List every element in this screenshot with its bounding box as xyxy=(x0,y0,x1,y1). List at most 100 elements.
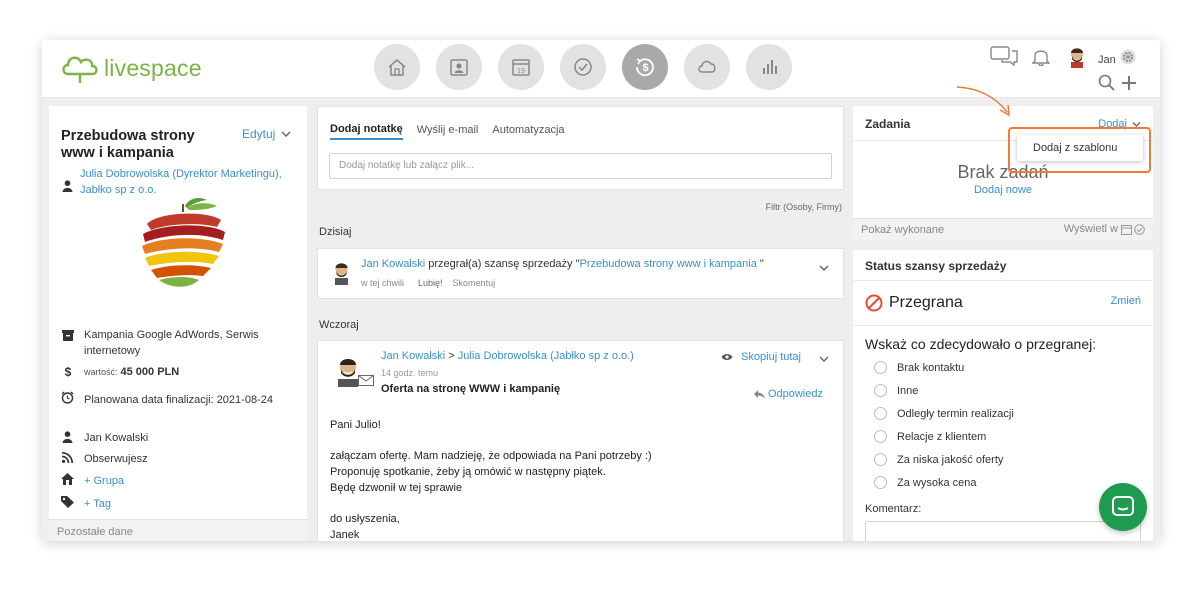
tasks-add-new-link[interactable]: Dodaj nowe xyxy=(853,184,1153,196)
radio-button[interactable] xyxy=(874,361,887,374)
other-data-section[interactable]: Pozostałe dane xyxy=(49,519,307,541)
person-icon xyxy=(62,180,73,192)
show-done-link[interactable]: Pokaż wykonane xyxy=(861,224,944,236)
radio-button[interactable] xyxy=(874,430,887,443)
campaign-text: Kampania Google AdWords, Serwis internet… xyxy=(84,329,259,357)
author-link[interactable]: Jan Kowalski xyxy=(361,258,425,270)
dollar-icon: $ xyxy=(65,365,72,378)
divider xyxy=(853,280,1153,281)
deal-value: wartość: 45 000 PLN xyxy=(84,366,179,378)
radio-button[interactable] xyxy=(874,476,887,489)
tasks-title: Zadania xyxy=(865,117,911,131)
comment-link[interactable]: Skomentuj xyxy=(453,278,496,288)
other-data-label: Pozostałe dane xyxy=(57,526,133,538)
chevron-down-icon xyxy=(281,131,291,138)
reason-option[interactable]: Za wysoka cena xyxy=(874,471,1014,494)
sender-link[interactable]: Jan Kowalski xyxy=(381,350,445,362)
nav-cloud-icon[interactable] xyxy=(684,44,730,90)
main-nav: 19 $ xyxy=(374,44,792,90)
nav-home-icon[interactable] xyxy=(374,44,420,90)
feed-text: Jan Kowalski przegrał(a) szansę sprzedaż… xyxy=(361,258,764,270)
chat-launcher-button[interactable] xyxy=(1099,483,1147,531)
copy-here-button[interactable]: Skopiuj tutaj xyxy=(721,351,801,363)
reason-option[interactable]: Relacje z klientem xyxy=(874,425,1014,448)
loss-reasons-list: Brak kontaktu Inne Odległy termin realiz… xyxy=(874,356,1014,494)
value-amount: 45 000 PLN xyxy=(120,366,180,378)
show-in-label: Wyświetl w xyxy=(1063,223,1118,235)
cloud-logo-icon xyxy=(62,56,98,83)
svg-text:19: 19 xyxy=(517,68,525,75)
chat-bubbles-icon[interactable] xyxy=(990,46,1020,66)
logo[interactable]: livespace xyxy=(60,52,202,84)
radio-button[interactable] xyxy=(874,407,887,420)
nav-tasks-icon[interactable] xyxy=(560,44,606,90)
reason-option[interactable]: Brak kontaktu xyxy=(874,356,1014,379)
loss-question: Wskaż co zdecydowało o przegranej: xyxy=(865,336,1097,352)
copy-label: Skopiuj tutaj xyxy=(741,351,801,363)
sep: > xyxy=(448,350,455,362)
chevron-down-icon[interactable] xyxy=(819,355,829,363)
nav-deals-icon[interactable]: $ xyxy=(622,44,668,90)
reason-option[interactable]: Odległy termin realizacji xyxy=(874,402,1014,425)
tab-add-note[interactable]: Dodaj notatkę xyxy=(330,123,403,140)
campaign-icon xyxy=(62,330,74,341)
comment-label: Komentarz: xyxy=(865,503,922,515)
tasks-panel: Zadania Dodaj Brak zadań Dodaj nowe Poka… xyxy=(853,106,1153,240)
deal-link[interactable]: Przebudowa strony www i kampania xyxy=(580,258,757,270)
edit-button[interactable]: Edytuj xyxy=(242,127,291,141)
reply-label: Odpowiedz xyxy=(767,388,823,400)
reason-option[interactable]: Za niska jakość oferty xyxy=(874,448,1014,471)
nav-reports-icon[interactable] xyxy=(746,44,792,90)
svg-text:$: $ xyxy=(642,62,648,74)
observe-toggle[interactable]: Obserwujesz xyxy=(84,453,148,465)
highlight-box xyxy=(1008,127,1151,173)
contact-link[interactable]: Julia Dobrowolska (Dyrektor Marketingu), xyxy=(80,168,282,180)
apple-logo-image xyxy=(142,198,225,287)
owner-name: Jan Kowalski xyxy=(84,432,149,444)
filter-link[interactable]: Filtr (Osoby, Firmy) xyxy=(766,202,842,212)
lost-status-icon xyxy=(865,294,883,312)
recipient-link[interactable]: Julia Dobrowolska (Jabłko sp z o.o.) xyxy=(458,350,634,362)
check-circle-icon xyxy=(1134,223,1145,235)
gear-icon[interactable] xyxy=(1120,49,1136,65)
activity-column: Dodaj notatkę Wyślij e-mail Automatyzacj… xyxy=(317,106,844,541)
reason-label: Inne xyxy=(897,384,919,397)
user-name[interactable]: Jan xyxy=(1098,54,1116,66)
status-header: Status szansy sprzedaży xyxy=(865,259,1007,273)
bell-icon[interactable] xyxy=(1032,46,1050,66)
like-link[interactable]: Lubię! xyxy=(418,278,443,288)
email-subject: Oferta na stronę WWW i kampanię xyxy=(381,383,561,395)
tab-automation[interactable]: Automatyzacja xyxy=(492,124,564,139)
change-status-link[interactable]: Zmień xyxy=(1110,295,1141,307)
nav-contacts-icon[interactable] xyxy=(436,44,482,90)
show-in-control[interactable]: Wyświetl w xyxy=(1064,223,1145,235)
feed-item-email: Jan Kowalski > Julia Dobrowolska (Jabłko… xyxy=(317,340,844,541)
search-icon[interactable] xyxy=(1098,74,1116,92)
comment-textarea[interactable] xyxy=(865,521,1141,541)
reason-label: Odległy termin realizacji xyxy=(897,407,1014,420)
radio-button[interactable] xyxy=(874,384,887,397)
avatar[interactable] xyxy=(1068,46,1086,68)
sidebar-right: Zadania Dodaj Brak zadań Dodaj nowe Poka… xyxy=(853,106,1153,541)
plus-icon[interactable] xyxy=(1120,74,1138,92)
tab-send-email[interactable]: Wyślij e-mail xyxy=(417,124,479,139)
body-line: Proponuję spotkanie, żeby ją omówić w na… xyxy=(330,466,606,478)
rss-icon xyxy=(62,452,73,463)
note-input[interactable]: Dodaj notatkę lub załącz plik... xyxy=(329,153,832,179)
add-tag-link[interactable]: + Tag xyxy=(84,498,111,510)
nav-calendar-icon[interactable]: 19 xyxy=(498,44,544,90)
reply-icon xyxy=(753,389,765,399)
composer-tabs: Dodaj notatkę Wyślij e-mail Automatyzacj… xyxy=(330,123,565,140)
reason-option[interactable]: Inne xyxy=(874,379,1014,402)
owner-icon xyxy=(62,431,73,443)
value-label: wartość: xyxy=(84,367,118,377)
action-end: " xyxy=(759,258,764,270)
action-text: przegrał(a) szansę sprzedaży " xyxy=(428,258,580,270)
radio-button[interactable] xyxy=(874,453,887,466)
add-group-link[interactable]: + Grupa xyxy=(84,475,124,487)
email-body: Pani Julio! załączam ofertę. Mam nadziej… xyxy=(330,417,652,541)
chevron-down-icon[interactable] xyxy=(819,264,829,272)
reply-button[interactable]: Odpowiedz xyxy=(753,388,823,400)
calendar-icon xyxy=(1121,224,1132,235)
body-line: do usłyszenia, xyxy=(330,513,400,525)
